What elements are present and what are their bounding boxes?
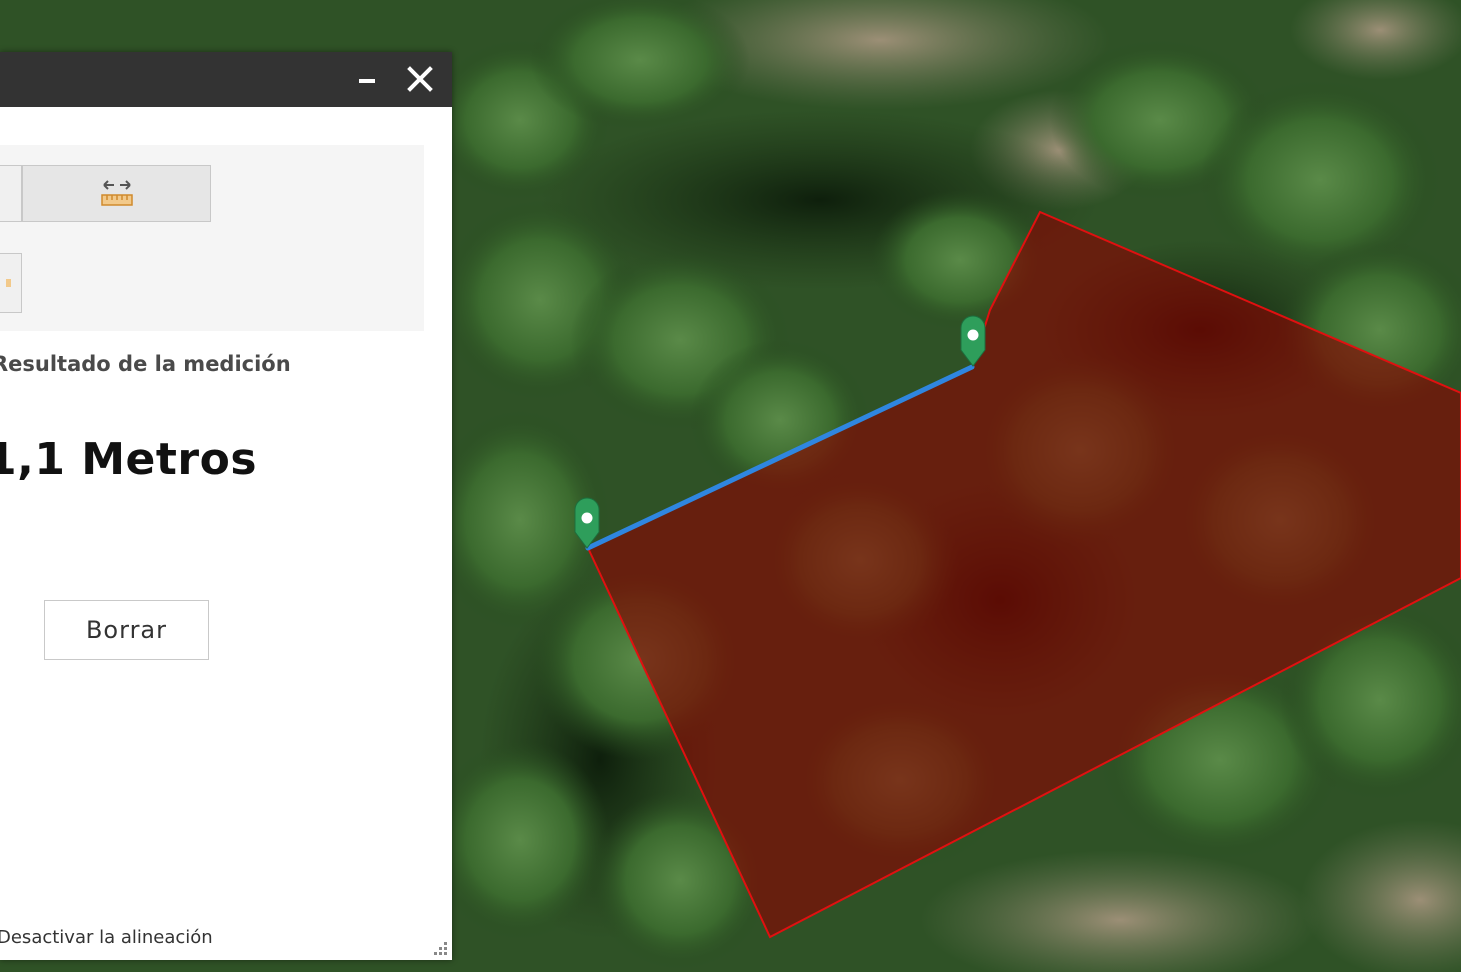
resize-grip-icon[interactable] (432, 940, 448, 956)
measure-tools (0, 145, 424, 331)
area-tool-button[interactable] (0, 165, 22, 222)
location-tool-button[interactable] (0, 253, 22, 313)
ruler-distance-icon (100, 179, 133, 206)
result-label: Resultado de la medición (0, 352, 291, 376)
minimize-icon[interactable] (350, 62, 384, 96)
close-icon[interactable] (403, 62, 437, 96)
snapping-toggle-link[interactable]: Desactivar la alineación (0, 927, 213, 948)
measurement-panel: Resultado de la medición 1,1 Metros Borr… (0, 52, 452, 960)
clear-button[interactable]: Borrar (44, 600, 209, 660)
distance-tool-button[interactable] (22, 165, 211, 222)
panel-header (0, 52, 452, 107)
location-icon (6, 279, 11, 287)
result-value: 1,1 Metros (0, 434, 258, 485)
